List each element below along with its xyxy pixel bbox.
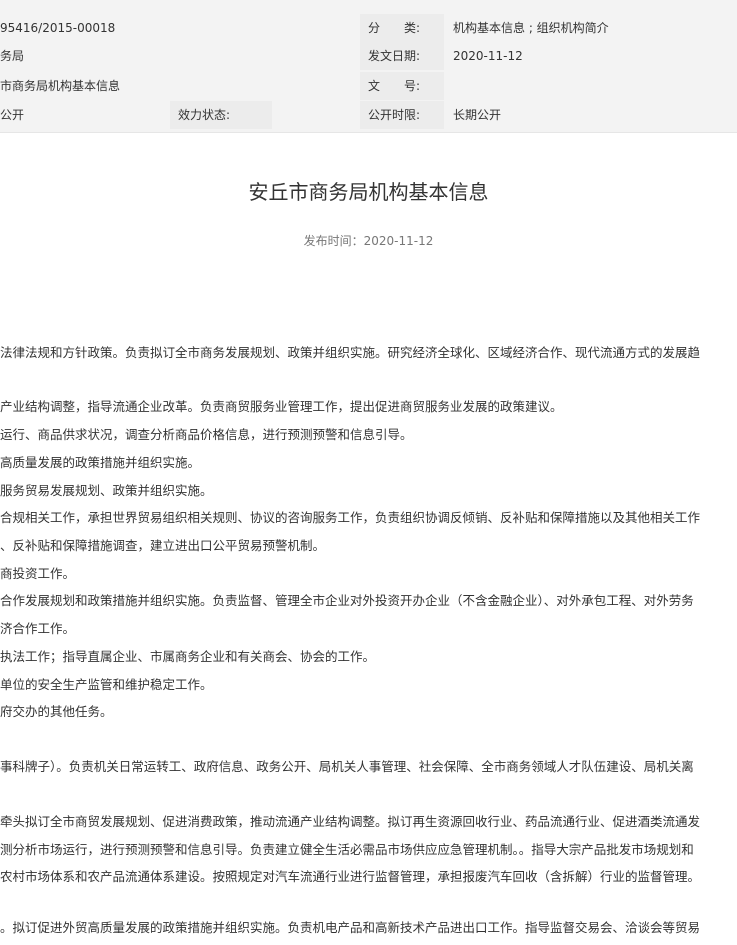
- document-name: 市商务局机构基本信息: [0, 79, 121, 93]
- body-line: 高质量发展的政策措施并组织实施。: [0, 455, 201, 470]
- document-meta-panel: 95416/2015-00018 务局 市商务局机构基本信息 公开 效力状态: …: [0, 0, 737, 133]
- validity-label: 效力状态:: [170, 101, 272, 129]
- document-number-label: 文 号:: [360, 72, 444, 100]
- body-line: 执法工作；指导直属企业、市属商务企业和有关商会、协会的工作。: [0, 649, 376, 664]
- page-title: 安丘市商务局机构基本信息: [248, 180, 489, 204]
- body-line: 牵头拟订全市商贸发展规划、促进消费政策，推动流通产业结构调整。拟订再生资源回收行…: [0, 814, 701, 829]
- body-line: 济合作工作。: [0, 621, 76, 636]
- body-line: 合规相关工作，承担世界贸易组织相关规则、协议的咨询服务工作，负责组织协调反倾销、…: [0, 510, 701, 525]
- body-line: 测分析市场运行，进行预测预警和信息引导。负责建立健全生活必需品市场供应应急管理机…: [0, 842, 694, 857]
- issuer: 务局: [0, 49, 25, 63]
- category-label: 分 类:: [360, 14, 444, 42]
- body-line: 法律法规和方针政策。负责拟订全市商务发展规划、政策并组织实施。研究经济全球化、区…: [0, 345, 701, 360]
- body-line: 单位的安全生产监管和维护稳定工作。: [0, 677, 213, 692]
- body-line: 运行、商品供求状况，调查分析商品价格信息，进行预测预警和信息引导。: [0, 427, 413, 442]
- open-scope-value: 长期公开: [453, 108, 502, 122]
- body-line: 府交办的其他任务。: [0, 704, 113, 719]
- open-mode: 公开: [0, 108, 25, 122]
- body-line: 、反补贴和保障措施调查，建立进出口公平贸易预警机制。: [0, 538, 326, 553]
- open-scope-label: 公开时限:: [360, 101, 444, 129]
- issue-date-label: 发文日期:: [360, 42, 444, 70]
- body-line: 事科牌子）。负责机关日常运转工、政府信息、政务公开、局机关人事管理、社会保障、全…: [0, 759, 694, 774]
- body-line: 合作发展规划和政策措施并组织实施。负责监督、管理全市企业对外投资开办企业（不含金…: [0, 593, 694, 608]
- issue-date-value: 2020-11-12: [453, 49, 523, 63]
- body-line: 服务贸易发展规划、政策并组织实施。: [0, 483, 213, 498]
- index-number: 95416/2015-00018: [0, 21, 116, 35]
- publish-time: 发布时间：2020-11-12: [303, 234, 434, 248]
- body-line: 农村市场体系和农产品流通体系建设。按照规定对汽车流通行业进行监督管理，承担报废汽…: [0, 869, 701, 884]
- body-line: 商投资工作。: [0, 566, 76, 581]
- category-value: 机构基本信息 ; 组织机构简介: [453, 21, 609, 35]
- body-line: 产业结构调整，指导流通企业改革。负责商贸服务业管理工作，提出促进商贸服务业发展的…: [0, 399, 563, 414]
- body-line: 。拟订促进外贸高质量发展的政策措施并组织实施。负责机电产品和高新技术产品进出口工…: [0, 920, 701, 935]
